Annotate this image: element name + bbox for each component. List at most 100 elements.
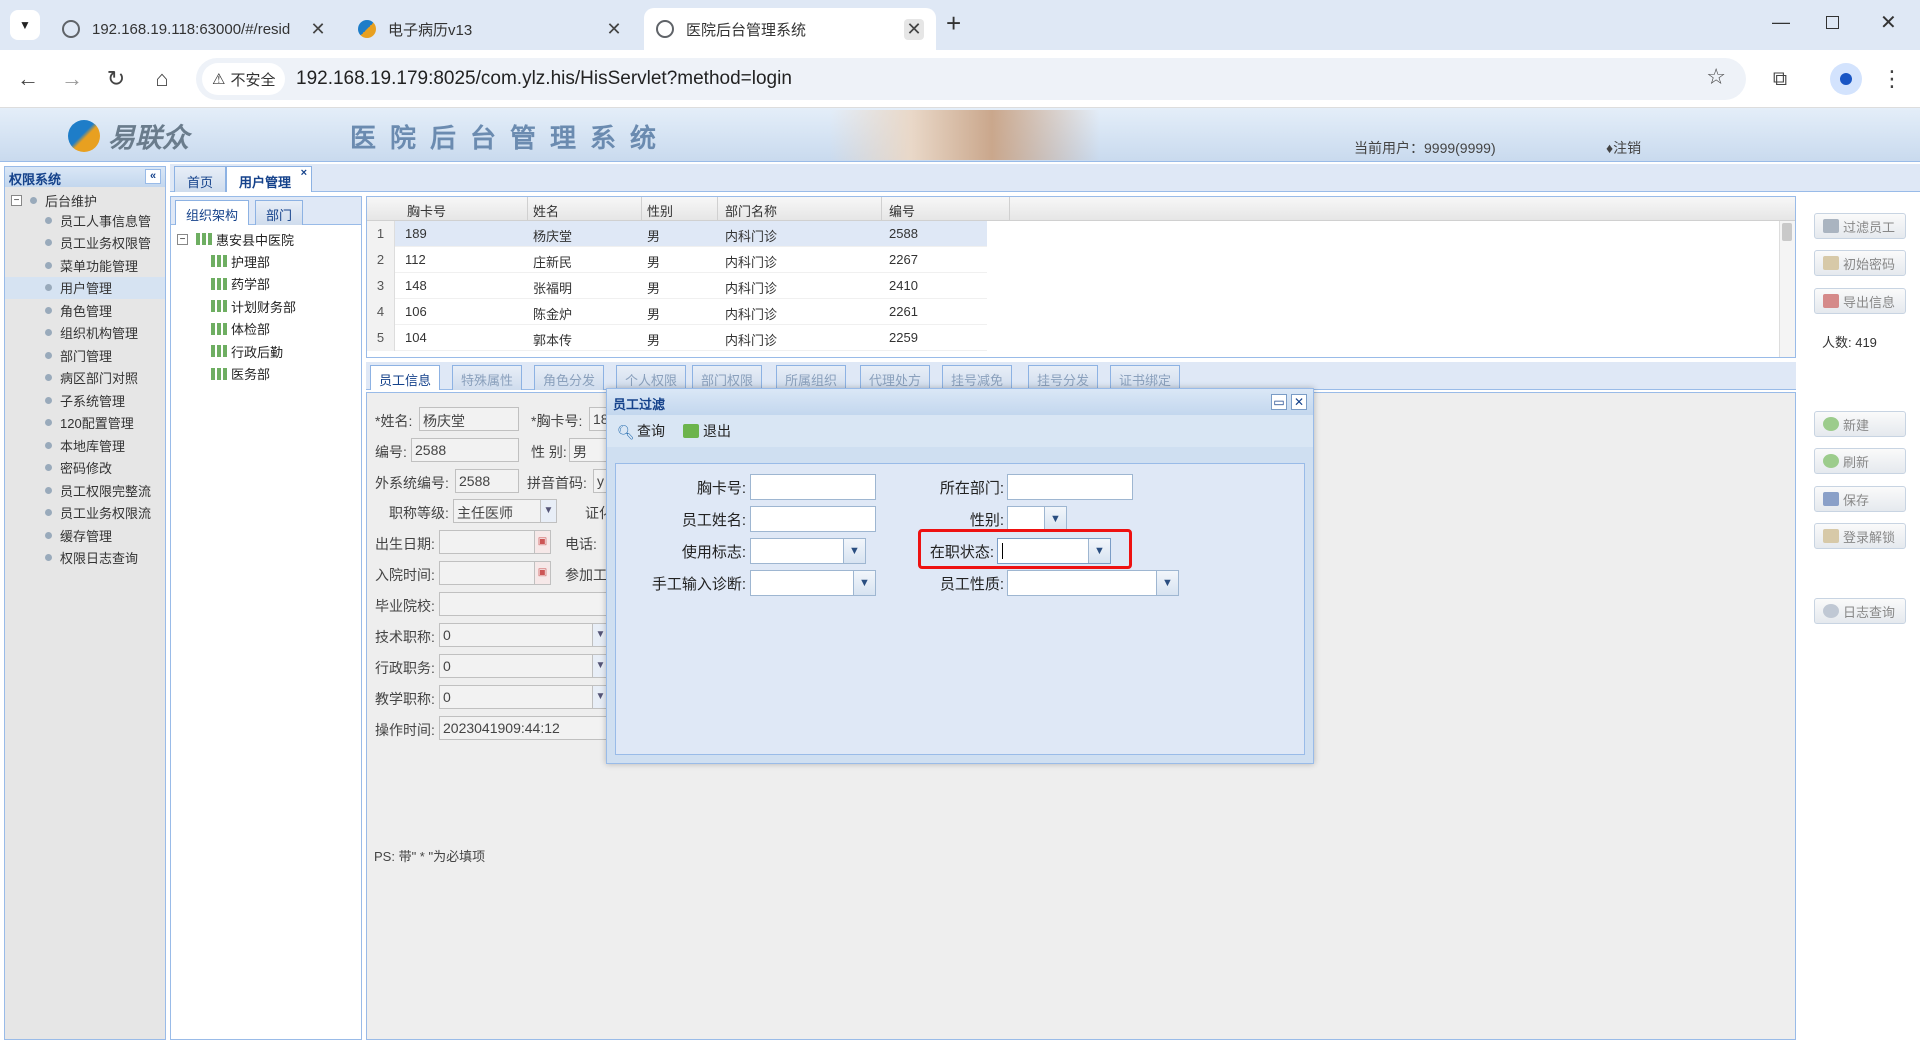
col-code[interactable]: 编号	[889, 201, 915, 220]
detail-tab[interactable]: 特殊属性	[452, 365, 523, 390]
detail-tab[interactable]: 挂号分发	[1028, 365, 1099, 390]
sex-field[interactable]: 男	[569, 438, 609, 462]
org-tree-item[interactable]: 护理部	[171, 250, 361, 273]
sidebar-item[interactable]: 组织机构管理	[5, 322, 165, 345]
table-row[interactable]: 1 189 杨庆堂 男 内科门诊 2588	[367, 221, 987, 247]
collapse-tree-icon[interactable]: −	[177, 233, 188, 245]
sidebar-item[interactable]: 角色管理	[5, 299, 165, 322]
chevron-down-icon[interactable]: ▼	[1044, 507, 1066, 531]
close-icon[interactable]: ✕	[308, 19, 328, 40]
chevron-down-icon[interactable]: ▼	[843, 539, 865, 563]
sidebar-item[interactable]: 权限日志查询	[5, 547, 165, 570]
detail-tab[interactable]: 所属组织	[776, 365, 847, 390]
teach-title-select[interactable]: 0 ▼	[439, 685, 609, 709]
sidebar-item[interactable]: 本地库管理	[5, 434, 165, 457]
table-row[interactable]: 3 148 张福明 男 内科门诊 2410	[367, 273, 987, 299]
tab-home[interactable]: 首页	[174, 166, 227, 192]
dept-input[interactable]	[1007, 474, 1133, 500]
restore-icon[interactable]	[1826, 16, 1839, 29]
calendar-icon[interactable]: ▣	[534, 562, 550, 584]
detail-tab[interactable]: 挂号减免	[942, 365, 1013, 390]
tree-root[interactable]: − 后台维护	[5, 187, 165, 209]
sidebar-item[interactable]: 员工人事信息管	[5, 209, 165, 232]
chevron-down-icon[interactable]: ▼	[853, 571, 875, 595]
name-input[interactable]	[750, 506, 876, 532]
more-menu-icon[interactable]: ⋮	[1876, 63, 1908, 95]
security-chip[interactable]: ⚠ 不安全	[202, 63, 286, 95]
save-button[interactable]: 保存	[1814, 486, 1906, 512]
detail-tab[interactable]: 角色分发	[534, 365, 605, 390]
org-tree-item[interactable]: 医务部	[171, 363, 361, 386]
init-password-button[interactable]: 初始密码	[1814, 250, 1906, 276]
school-field[interactable]	[439, 592, 609, 616]
ext-code-field[interactable]: 2588	[455, 469, 519, 493]
col-sex[interactable]: 性别	[647, 201, 673, 220]
grid-scrollbar[interactable]	[1779, 221, 1795, 357]
use-flag-select[interactable]: ▼	[750, 538, 866, 564]
browser-tab-3[interactable]: 医院后台管理系统 ✕	[644, 8, 936, 50]
nature-select[interactable]: ▼	[1007, 570, 1179, 596]
sidebar-item[interactable]: 员工业务权限管	[5, 232, 165, 255]
sidebar-item[interactable]: 120配置管理	[5, 412, 165, 435]
tab-departments[interactable]: 部门	[255, 200, 304, 225]
refresh-button[interactable]: 刷新	[1814, 448, 1906, 474]
detail-tab[interactable]: 员工信息	[370, 365, 441, 390]
birth-date-field[interactable]: ▣	[439, 530, 551, 554]
export-info-button[interactable]: 导出信息	[1814, 288, 1906, 314]
detail-tab[interactable]: 代理处方	[860, 365, 931, 390]
extensions-icon[interactable]: ⧉	[1764, 63, 1796, 95]
sidebar-item[interactable]: 病区部门对照	[5, 367, 165, 390]
name-field[interactable]: 杨庆堂	[419, 407, 519, 431]
profile-avatar-icon[interactable]	[1830, 63, 1862, 95]
tab-user-management[interactable]: 用户管理 ×	[226, 166, 313, 192]
table-row[interactable]: 4 106 陈金炉 男 内科门诊 2261	[367, 299, 987, 325]
login-unlock-button[interactable]: 登录解锁	[1814, 523, 1906, 549]
col-name[interactable]: 姓名	[533, 201, 559, 220]
log-query-button[interactable]: 日志查询	[1814, 598, 1906, 624]
query-button[interactable]: 🔍︎ 查询	[617, 421, 665, 441]
url-text[interactable]: 192.168.19.179:8025/com.ylz.his/HisServl…	[296, 68, 792, 90]
org-tree-item[interactable]: 行政后勤	[171, 340, 361, 363]
browser-tab-2[interactable]: 电子病历v13 ✕	[346, 8, 636, 50]
browser-tab-1[interactable]: 192.168.19.118:63000/#/resid ✕	[50, 8, 340, 50]
reload-icon[interactable]: ↻	[100, 63, 132, 95]
card-input[interactable]	[750, 474, 876, 500]
sidebar-item[interactable]: 密码修改	[5, 457, 165, 480]
chevron-down-icon[interactable]: ▼	[540, 500, 556, 522]
address-bar[interactable]: ⚠ 不安全 192.168.19.179:8025/com.ylz.his/Hi…	[196, 58, 1746, 100]
table-row[interactable]: 2 112 庄新民 男 内科门诊 2267	[367, 247, 987, 273]
title-level-select[interactable]: 主任医师 ▼	[453, 499, 557, 523]
col-card[interactable]: 胸卡号	[407, 201, 446, 220]
minimize-icon[interactable]: —	[1772, 12, 1790, 33]
collapse-icon[interactable]: «	[145, 169, 161, 184]
sidebar-item[interactable]: 子系统管理	[5, 389, 165, 412]
chevron-down-icon[interactable]: ▼	[1156, 571, 1178, 595]
sidebar-item[interactable]: 用户管理	[5, 276, 165, 299]
forward-icon[interactable]: →	[56, 63, 88, 95]
new-button[interactable]: 新建	[1814, 411, 1906, 437]
tab-search-button[interactable]: ▼	[10, 10, 40, 40]
back-icon[interactable]: ←	[12, 63, 44, 95]
dialog-title-bar[interactable]: 员工过滤 ▭ ✕	[607, 389, 1313, 415]
collapse-tree-icon[interactable]: −	[11, 194, 22, 206]
org-tree-item[interactable]: 计划财务部	[171, 295, 361, 318]
bookmark-star-icon[interactable]: ☆	[1706, 64, 1726, 90]
tab-org-structure[interactable]: 组织架构	[175, 200, 250, 225]
home-icon[interactable]: ⌂	[146, 63, 178, 95]
close-icon[interactable]: ✕	[904, 18, 924, 40]
filter-employee-button[interactable]: 过滤员工	[1814, 213, 1906, 239]
sidebar-item[interactable]: 缓存管理	[5, 524, 165, 547]
sidebar-item[interactable]: 员工权限完整流	[5, 479, 165, 502]
calendar-icon[interactable]: ▣	[534, 531, 550, 553]
sidebar-item[interactable]: 员工业务权限流	[5, 502, 165, 525]
maximize-icon[interactable]: ▭	[1271, 394, 1287, 410]
col-dept[interactable]: 部门名称	[725, 201, 777, 220]
window-close-icon[interactable]: ✕	[1880, 10, 1897, 35]
detail-tab[interactable]: 证书绑定	[1110, 365, 1181, 390]
sidebar-item[interactable]: 菜单功能管理	[5, 254, 165, 277]
code-field[interactable]: 2588	[411, 438, 519, 462]
detail-tab[interactable]: 个人权限	[616, 365, 687, 390]
close-icon[interactable]: ✕	[1291, 394, 1307, 410]
detail-tab[interactable]: 部门权限	[692, 365, 763, 390]
org-tree-root[interactable]: − 惠安县中医院	[171, 228, 361, 250]
